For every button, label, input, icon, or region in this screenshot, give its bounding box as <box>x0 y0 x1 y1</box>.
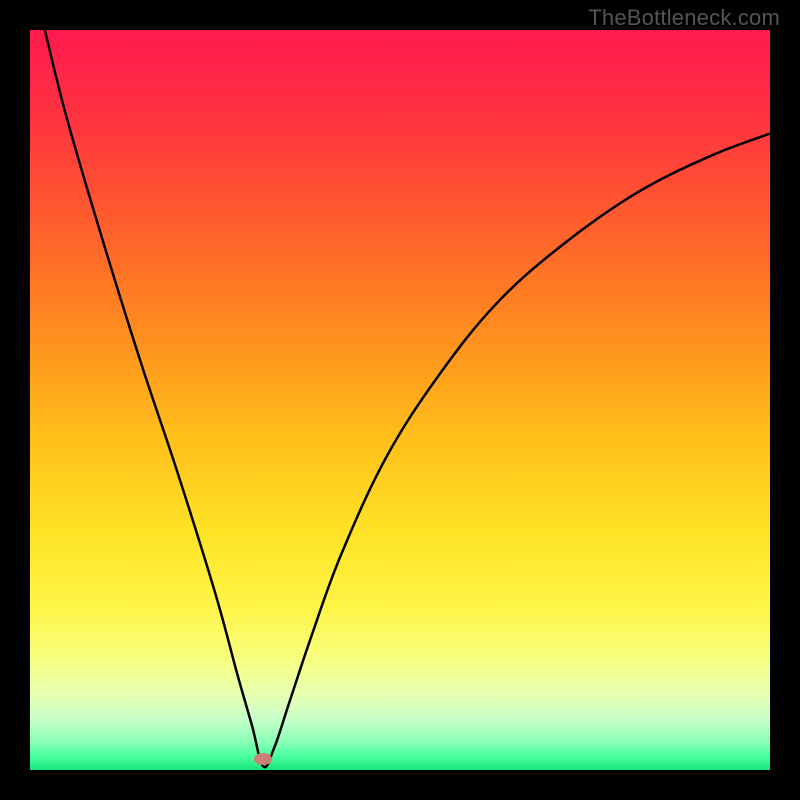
curve-svg <box>30 30 770 770</box>
bottleneck-curve-path <box>45 30 770 767</box>
watermark-text: TheBottleneck.com <box>588 5 780 31</box>
plot-area <box>30 30 770 770</box>
chart-frame: TheBottleneck.com <box>0 0 800 800</box>
minimum-marker <box>254 753 272 765</box>
